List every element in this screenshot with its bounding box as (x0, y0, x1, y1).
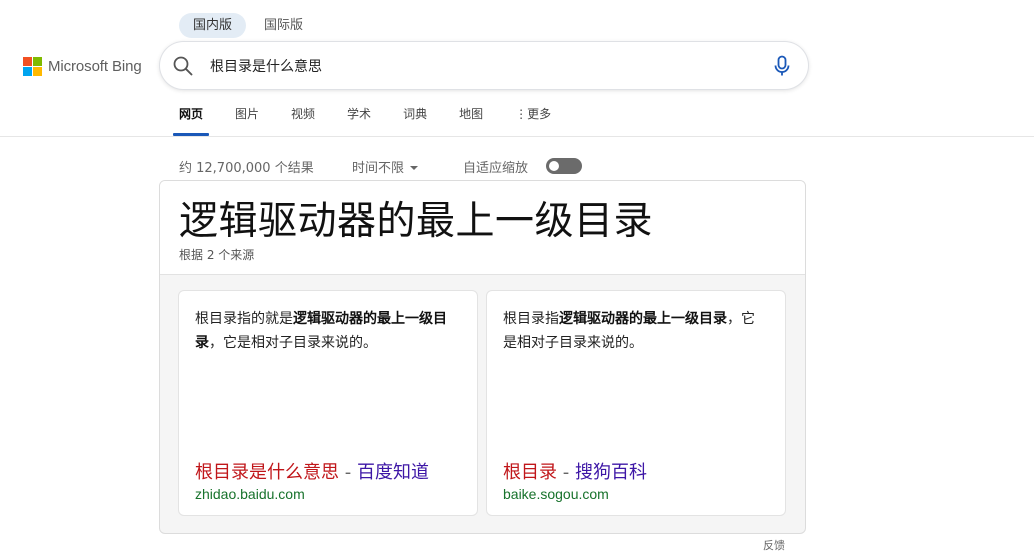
answer-source-count: 根据 2 个来源 (179, 248, 255, 262)
search-box (160, 42, 808, 89)
toggle-knob (549, 161, 559, 171)
tab-more[interactable]: ⋮更多 (499, 104, 567, 136)
bing-logo[interactable]: Microsoft Bing (23, 57, 142, 76)
adaptive-zoom-label: 自适应缩放 (463, 161, 529, 176)
source-snippet: 根目录指逻辑驱动器的最上一级目录，它是相对子目录来说的。 (503, 311, 755, 351)
tab-maps[interactable]: 地图 (443, 104, 499, 136)
tab-academic[interactable]: 学术 (331, 104, 387, 136)
microsoft-logo-icon (23, 57, 42, 76)
source-url[interactable]: zhidao.baidu.com (195, 486, 305, 502)
answer-card: 逻辑驱动器的最上一级目录 根据 2 个来源 根目录指的就是逻辑驱动器的最上一级目… (159, 180, 806, 534)
source-title-link[interactable]: 根目录 - 搜狗百科 (503, 461, 647, 485)
source-title-link[interactable]: 根目录是什么意思 - 百度知道 (195, 461, 429, 485)
nav-divider (0, 136, 1034, 137)
tab-more-label: 更多 (527, 107, 552, 121)
microphone-icon[interactable] (773, 55, 791, 77)
region-tab-domestic[interactable]: 国内版 (179, 13, 247, 38)
caret-down-icon (410, 166, 419, 170)
source-card[interactable]: 根目录指的就是逻辑驱动器的最上一级目录，它是相对子目录来说的。 根目录是什么意思… (178, 290, 478, 516)
time-filter-label: 时间不限 (352, 161, 405, 176)
source-url[interactable]: baike.sogou.com (503, 486, 609, 502)
tab-dictionary[interactable]: 词典 (387, 104, 443, 136)
search-input[interactable] (210, 53, 770, 79)
answer-header: 逻辑驱动器的最上一级目录 根据 2 个来源 (160, 181, 805, 275)
answer-title: 逻辑驱动器的最上一级目录 (179, 199, 654, 244)
logo-text: Microsoft Bing (48, 58, 142, 75)
adaptive-zoom-toggle[interactable] (546, 158, 582, 174)
feedback-link[interactable]: 反馈 (763, 537, 785, 553)
time-filter-dropdown[interactable]: 时间不限 (352, 157, 419, 176)
tab-web[interactable]: 网页 (163, 104, 219, 136)
source-card[interactable]: 根目录指逻辑驱动器的最上一级目录，它是相对子目录来说的。 根目录 - 搜狗百科 … (486, 290, 786, 516)
search-nav-tabs: 网页 图片 视频 学术 词典 地图 ⋮更多 (163, 104, 567, 136)
results-count: 约 12,700,000 个结果 (179, 161, 314, 176)
tab-videos[interactable]: 视频 (275, 104, 331, 136)
source-snippet: 根目录指的就是逻辑驱动器的最上一级目录，它是相对子目录来说的。 (195, 311, 447, 351)
tab-images[interactable]: 图片 (219, 104, 275, 136)
region-tabs: 国内版 国际版 (179, 13, 317, 38)
more-dots-icon: ⋮ (515, 107, 528, 121)
region-tab-international[interactable]: 国际版 (250, 13, 317, 38)
search-icon[interactable] (172, 55, 194, 77)
